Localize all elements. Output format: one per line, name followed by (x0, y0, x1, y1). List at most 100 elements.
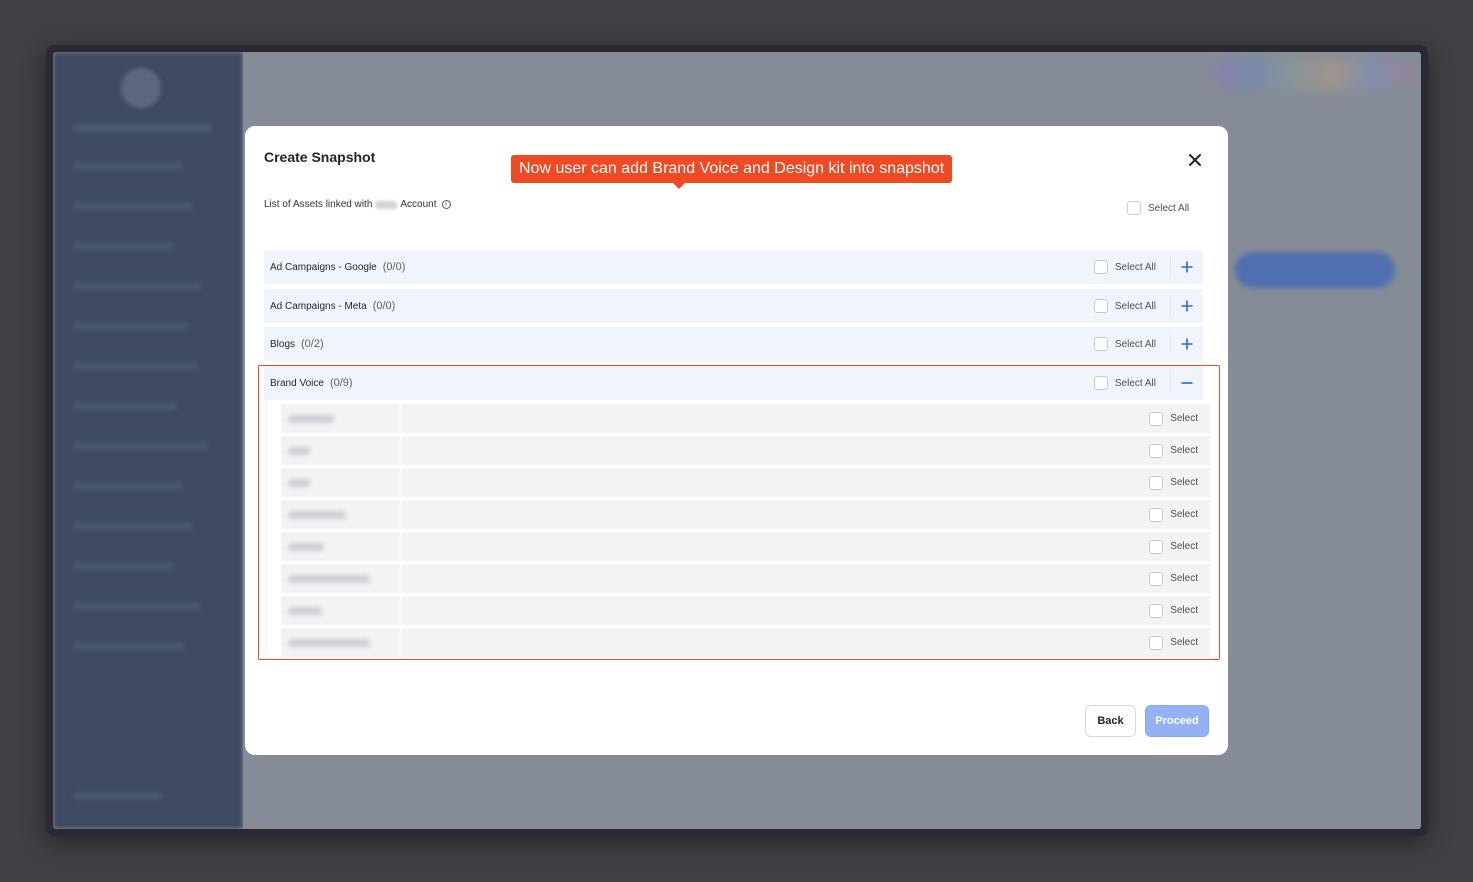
close-button[interactable] (1185, 150, 1205, 170)
section-checkbox[interactable] (1093, 376, 1108, 390)
expand-button[interactable] (1171, 296, 1203, 316)
proceed-button[interactable]: Proceed (1145, 705, 1209, 737)
section-count: (0/2) (301, 338, 324, 350)
bg-line (73, 242, 173, 250)
section-row-brand-voice[interactable]: Brand Voice (0/9) Select All (264, 366, 1203, 400)
item-select[interactable]: Select (1149, 564, 1198, 593)
bg-line (73, 482, 183, 490)
section-select-all[interactable]: Select All (1093, 334, 1171, 354)
redacted-account-name (375, 200, 398, 209)
divider (399, 532, 402, 561)
section-row-ad-campaigns-google[interactable]: Ad Campaigns - Google (0/0) Select All (264, 250, 1203, 284)
item-select-label: Select (1170, 509, 1198, 520)
redacted-item-name (288, 414, 334, 423)
item-select[interactable]: Select (1149, 404, 1198, 433)
global-select-all[interactable]: Select All (1127, 201, 1189, 215)
section-select-all[interactable]: Select All (1093, 373, 1171, 393)
item-checkbox[interactable] (1149, 635, 1164, 650)
section-select-label: Select All (1114, 261, 1156, 273)
item-select-label: Select (1170, 637, 1198, 648)
section-row-ad-campaigns-meta[interactable]: Ad Campaigns - Meta (0/0) Select All (264, 289, 1203, 323)
item-select-label: Select (1170, 477, 1198, 488)
background-sidebar (53, 52, 243, 829)
section-row-blogs[interactable]: Blogs (0/2) Select All (264, 327, 1203, 361)
list-item: Select (281, 404, 1210, 433)
divider (399, 500, 402, 529)
assets-subtitle: List of Assets linked with Account i (264, 199, 451, 210)
bg-line (73, 792, 163, 800)
divider (399, 468, 402, 497)
select-all-label: Select All (1148, 202, 1190, 214)
section-count: (0/0) (382, 261, 406, 273)
redacted-item-name (288, 606, 322, 615)
section-name: Ad Campaigns - Meta (270, 300, 367, 312)
section-name: Brand Voice (270, 377, 324, 389)
redacted-item-name (288, 638, 370, 647)
list-item: Select (281, 500, 1210, 529)
item-checkbox[interactable] (1149, 475, 1164, 490)
list-item: Select (281, 468, 1210, 497)
section-checkbox[interactable] (1093, 260, 1108, 274)
minus-icon (1181, 382, 1193, 384)
item-select-label: Select (1170, 573, 1198, 584)
expand-button[interactable] (1171, 334, 1203, 354)
item-checkbox[interactable] (1149, 571, 1164, 586)
bg-line (73, 282, 203, 290)
section-count: (0/0) (372, 300, 396, 312)
item-select[interactable]: Select (1149, 596, 1198, 625)
item-checkbox[interactable] (1149, 603, 1164, 618)
bg-line (73, 642, 185, 650)
divider (399, 596, 402, 625)
list-item: Select (281, 628, 1210, 657)
item-select[interactable]: Select (1149, 628, 1198, 657)
item-checkbox[interactable] (1149, 411, 1164, 426)
info-icon[interactable]: i (441, 200, 451, 209)
section-select-label: Select All (1114, 300, 1156, 312)
background-avatars (1213, 58, 1413, 90)
item-checkbox[interactable] (1149, 443, 1164, 458)
item-select[interactable]: Select (1149, 532, 1198, 561)
divider (399, 564, 402, 593)
bg-line (73, 562, 173, 570)
redacted-item-name (288, 542, 324, 551)
redacted-item-name (288, 478, 310, 487)
item-select[interactable]: Select (1149, 500, 1198, 529)
plus-icon (1181, 261, 1193, 273)
divider (399, 628, 402, 657)
select-all-checkbox[interactable] (1127, 201, 1141, 215)
bg-line (73, 522, 193, 530)
section-name: Blogs (270, 338, 296, 350)
list-item: Select (281, 532, 1210, 561)
redacted-item-name (288, 510, 346, 519)
redacted-item-name (288, 574, 370, 583)
section-select-all[interactable]: Select All (1093, 296, 1171, 316)
collapse-button[interactable] (1171, 373, 1203, 393)
section-name: Ad Campaigns - Google (270, 261, 377, 273)
plus-icon (1181, 338, 1193, 350)
bg-line (73, 602, 201, 610)
back-button[interactable]: Back (1085, 705, 1136, 737)
bg-line (73, 362, 198, 370)
expand-button[interactable] (1171, 257, 1203, 277)
divider (399, 404, 402, 433)
item-select-label: Select (1170, 413, 1198, 424)
item-select-label: Select (1170, 541, 1198, 552)
section-select-all[interactable]: Select All (1093, 257, 1171, 277)
subtitle-prefix: List of Assets linked with (264, 199, 373, 210)
list-item: Select (281, 564, 1210, 593)
item-select-label: Select (1170, 445, 1198, 456)
section-checkbox[interactable] (1093, 337, 1108, 351)
plus-icon (1181, 300, 1193, 312)
item-select[interactable]: Select (1149, 436, 1198, 465)
item-checkbox[interactable] (1149, 507, 1164, 522)
bg-line (73, 442, 208, 450)
bg-line (73, 402, 178, 410)
redacted-item-name (288, 446, 310, 455)
item-checkbox[interactable] (1149, 539, 1164, 554)
modal-title: Create Snapshot (264, 149, 376, 165)
list-item: Select (281, 436, 1210, 465)
item-select[interactable]: Select (1149, 468, 1198, 497)
background-action-button (1235, 252, 1395, 288)
feature-callout: Now user can add Brand Voice and Design … (511, 155, 953, 189)
section-checkbox[interactable] (1093, 299, 1108, 313)
